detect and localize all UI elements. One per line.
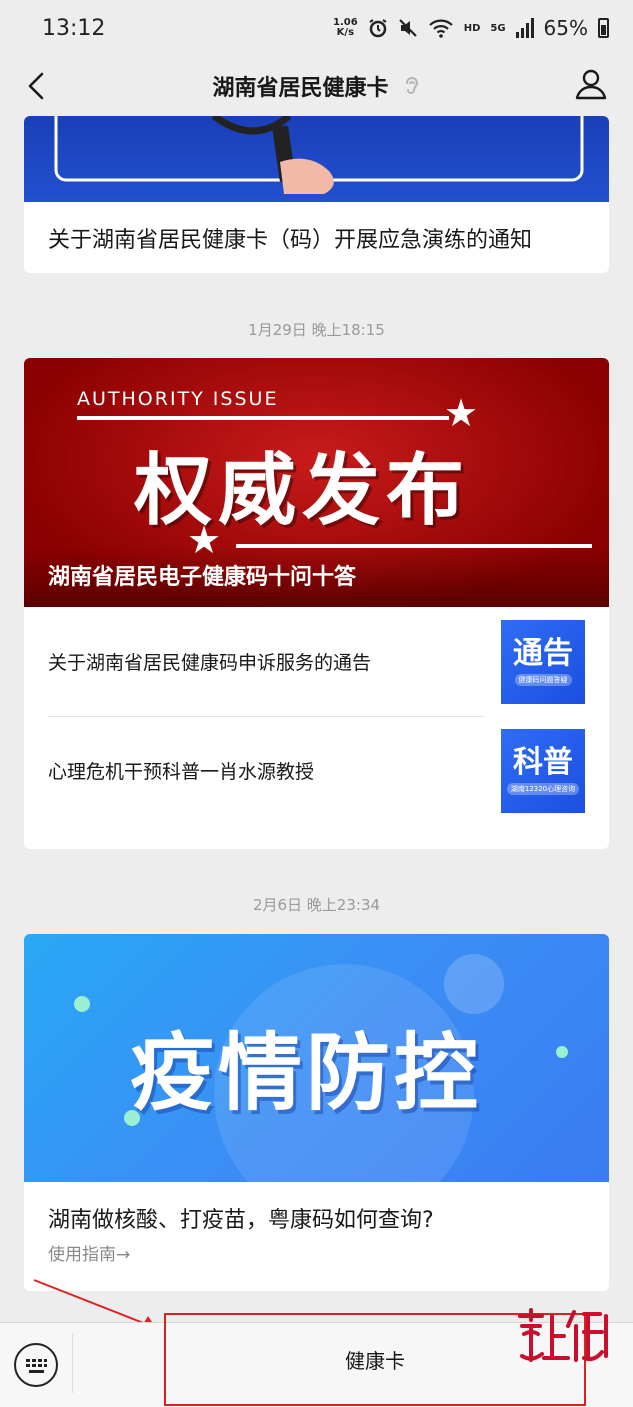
divider [48,716,485,717]
sub-article-thumbnail: 科普 湖南12320心理咨询 [501,728,585,813]
article-guide-link[interactable]: 使用指南→ [24,1240,609,1265]
divider [72,1333,73,1393]
battery-icon [598,18,609,38]
article-card[interactable]: 疫情防控 湖南做核酸、打疫苗，粤康码如何查询? 使用指南→ [24,934,609,1291]
nav-bar: 湖南省居民健康卡 [0,56,633,116]
article-banner: 疫情防控 [24,934,609,1182]
message-timestamp: 1月29日 晚上18:15 [248,321,385,339]
banner-title: 权威发布 [134,446,471,536]
article-card[interactable]: AUTHORITY ISSUE ★ 权威发布 ★ 湖南省居民电子健康码十问十答 … [24,358,609,849]
star-icon: ★ [444,391,479,435]
banner-title: 疫情防控 [130,1024,483,1122]
keyboard-icon[interactable] [14,1343,58,1387]
status-icons: 1.06 K/s HD 5G 65% [333,16,609,40]
banner-line [77,416,449,420]
decor-dot [556,1046,568,1058]
magnifier-hand-illustration [54,116,584,194]
article-card[interactable]: 关于湖南省居民健康卡（码）开展应急演练的通知 [24,116,609,273]
sub-article-item[interactable]: 关于湖南省居民健康码申诉服务的通告 通告 健康码问题答疑 [24,607,609,716]
sub-article-title: 心理危机干预科普一肖水源教授 [48,761,315,783]
article-title[interactable]: 湖南做核酸、打疫苗，粤康码如何查询? [24,1182,609,1240]
battery-percent: 65% [543,16,588,40]
banner-subtitle: AUTHORITY ISSUE [77,388,279,410]
decor-circle [444,954,504,1014]
status-bar: 13:12 1.06 K/s HD 5G 65% [0,0,633,56]
sub-article-item[interactable]: 心理危机干预科普一肖水源教授 科普 湖南12320心理咨询 [24,716,609,825]
signal-icon [515,18,534,38]
back-icon[interactable] [18,66,58,106]
wifi-icon [428,19,453,38]
status-time: 13:12 [42,15,106,41]
sub-article-thumbnail: 通告 健康码问题答疑 [501,619,585,704]
message-timestamp: 2月6日 晚上23:34 [252,896,381,914]
nav-title-wrap: 湖南省居民健康卡 [212,70,420,102]
article-banner [24,116,609,202]
mute-icon [398,19,417,37]
message-feed[interactable]: 关于湖南省居民健康卡（码）开展应急演练的通知 1月29日 晚上18:15 AUT… [0,116,633,1322]
decor-dot [74,996,90,1012]
network-label: 5G [490,22,506,34]
listen-icon[interactable] [403,74,421,98]
page-title: 湖南省居民健康卡 [212,76,389,101]
article-title[interactable]: 关于湖南省居民健康卡（码）开展应急演练的通知 [24,202,609,273]
article-banner[interactable]: AUTHORITY ISSUE ★ 权威发布 ★ 湖南省居民电子健康码十问十答 [24,358,609,607]
sub-article-title: 关于湖南省居民健康码申诉服务的通告 [48,652,372,674]
alarm-icon [369,19,387,38]
banner-caption: 湖南省居民电子健康码十问十答 [24,547,609,607]
profile-icon[interactable] [571,64,611,104]
net-speed: 1.06 K/s [333,17,358,38]
watermark-logo [514,1306,624,1366]
hd-label: HD [463,22,481,34]
